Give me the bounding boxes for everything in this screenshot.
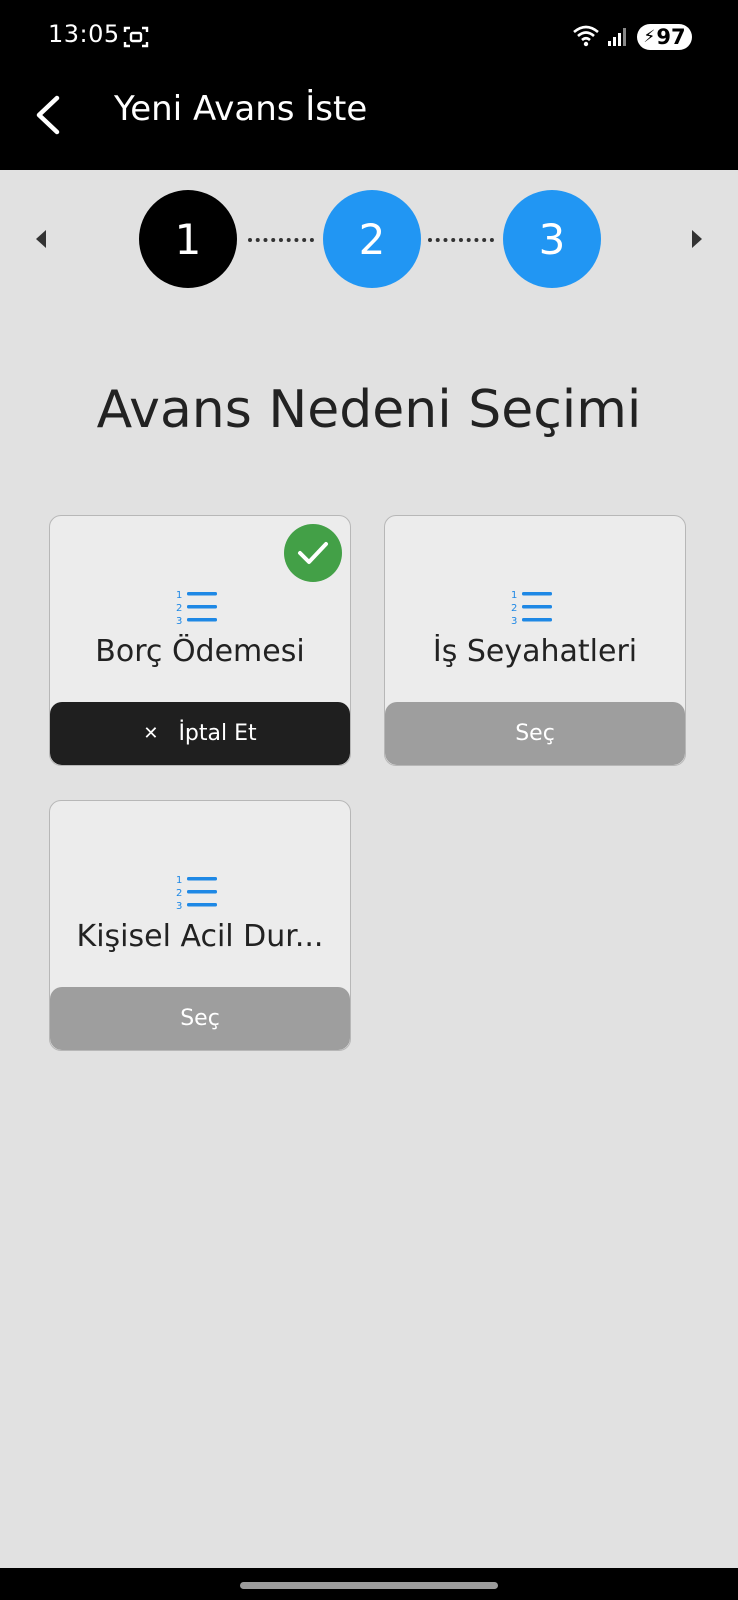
screenshot-icon	[123, 26, 149, 48]
wifi-icon	[573, 25, 599, 47]
option-label: Borç Ödemesi	[95, 634, 305, 669]
app-bar: Yeni Avans İste	[0, 75, 738, 170]
svg-text:3: 3	[176, 616, 182, 626]
status-time: 13:05	[48, 20, 120, 48]
page-title: Yeni Avans İste	[114, 89, 368, 129]
option-card-kisisel-acil-durum[interactable]: 1 2 3 Kişisel Acil Dur... Seç	[49, 800, 351, 1051]
chevron-left-icon	[36, 95, 60, 135]
battery-charging-icon: ⚡ 97	[637, 24, 692, 50]
select-button-label: Seç	[180, 1006, 220, 1031]
step-connector	[428, 238, 494, 242]
step-3-label: 3	[538, 214, 566, 264]
status-bar: 13:05 ⚡ 97	[0, 0, 738, 75]
select-button-label: Seç	[515, 721, 555, 746]
select-button[interactable]: Seç	[385, 702, 685, 765]
step-1[interactable]: 1	[139, 190, 237, 288]
svg-text:2: 2	[176, 603, 182, 614]
svg-text:1: 1	[176, 875, 182, 886]
step-1-label: 1	[174, 214, 202, 264]
numbered-list-icon: 1 2 3	[511, 590, 552, 626]
signal-icon	[608, 28, 626, 46]
home-indicator[interactable]	[240, 1582, 498, 1589]
numbered-list-icon: 1 2 3	[176, 590, 217, 626]
svg-text:3: 3	[176, 901, 182, 911]
option-label: İş Seyahatleri	[432, 634, 638, 669]
step-connector	[248, 238, 314, 242]
navigation-bar	[0, 1568, 738, 1600]
section-title: Avans Nedeni Seçimi	[96, 380, 642, 440]
triangle-left-icon[interactable]	[34, 228, 48, 250]
svg-text:1: 1	[176, 590, 182, 601]
option-card-is-seyahatleri[interactable]: 1 2 3 İş Seyahatleri Seç	[384, 515, 686, 766]
step-2-label: 2	[358, 214, 386, 264]
svg-text:2: 2	[511, 603, 517, 614]
cancel-button[interactable]: ✕ İptal Et	[50, 702, 350, 765]
svg-text:3: 3	[511, 616, 517, 626]
svg-text:1: 1	[511, 590, 517, 601]
cancel-button-label: İptal Et	[178, 721, 257, 746]
step-3[interactable]: 3	[503, 190, 601, 288]
option-label: Kişisel Acil Dur...	[76, 919, 324, 954]
battery-level: 97	[656, 25, 686, 49]
close-icon: ✕	[143, 723, 159, 744]
step-2[interactable]: 2	[323, 190, 421, 288]
numbered-list-icon: 1 2 3	[176, 875, 217, 911]
option-card-borc-odemesi[interactable]: 1 2 3 Borç Ödemesi ✕ İptal Et	[49, 515, 351, 766]
select-button[interactable]: Seç	[50, 987, 350, 1050]
check-icon	[284, 524, 342, 582]
triangle-right-icon[interactable]	[690, 228, 704, 250]
svg-text:2: 2	[176, 888, 182, 899]
back-button[interactable]	[18, 85, 78, 145]
